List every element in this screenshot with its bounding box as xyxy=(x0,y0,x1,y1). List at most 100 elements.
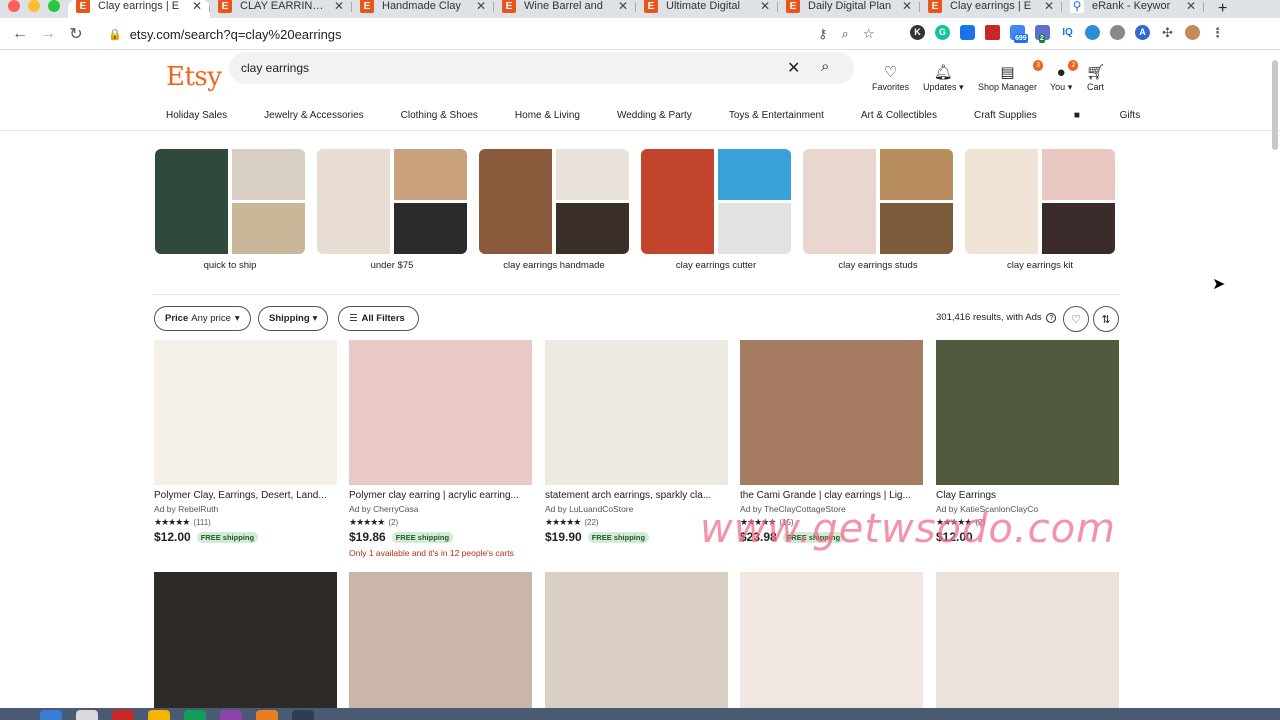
listing-card[interactable] xyxy=(545,572,728,708)
new-tab-button[interactable]: + xyxy=(1204,0,1241,18)
listing-title[interactable]: Clay Earrings xyxy=(936,490,1119,501)
related-search-card[interactable]: quick to ship xyxy=(155,149,305,271)
extension-k-icon[interactable]: K xyxy=(910,25,925,40)
price-filter-button[interactable]: Price Any price ▾ xyxy=(154,306,251,331)
profile-avatar-icon[interactable] xyxy=(1185,25,1200,40)
shipping-filter-button[interactable]: Shipping ▾ xyxy=(258,306,329,331)
dock-app-icon[interactable] xyxy=(184,710,206,720)
category-link[interactable]: Art & Collectibles xyxy=(861,110,937,121)
listing-image[interactable] xyxy=(349,340,532,485)
extension-badge-icon[interactable]: 699 xyxy=(1010,25,1028,43)
browser-tab[interactable]: E CLAY EARRINGS ✕ xyxy=(210,0,352,18)
minimize-window-button[interactable] xyxy=(28,0,40,12)
listing-title[interactable]: Polymer Clay, Earrings, Desert, Land... xyxy=(154,490,337,501)
listing-card[interactable]: Clay Earrings Ad by KatieScanlonClayCo ★★★… xyxy=(936,340,1119,544)
extension-blue-icon[interactable] xyxy=(960,25,975,40)
listing-image[interactable] xyxy=(545,572,728,708)
updates-button[interactable]: 🔔︎ Updates ▾ xyxy=(923,64,964,93)
browser-tab[interactable]: E Clay earrings | E ✕ xyxy=(920,0,1062,18)
listing-card[interactable]: statement arch earrings, sparkly cla... A… xyxy=(545,340,728,544)
close-tab-icon[interactable]: ✕ xyxy=(476,0,486,13)
browser-tab[interactable]: E Handmade Clay ✕ xyxy=(352,0,494,18)
shop-manager-button[interactable]: ▤ 3 Shop Manager xyxy=(978,60,1044,92)
search-input[interactable] xyxy=(229,52,749,84)
search-icon[interactable]: ⌕ xyxy=(821,58,829,75)
extension-red-icon[interactable] xyxy=(985,25,1000,40)
key-icon[interactable]: ⚷ xyxy=(818,26,828,42)
close-tab-icon[interactable]: ✕ xyxy=(760,0,770,13)
related-search-card[interactable]: clay earrings kit xyxy=(965,149,1115,271)
zoom-icon[interactable]: ⌕ xyxy=(842,26,849,42)
related-search-card[interactable]: clay earrings studs xyxy=(803,149,953,271)
listing-title[interactable]: statement arch earrings, sparkly cla... xyxy=(545,490,728,501)
puzzle-icon[interactable]: ✣ xyxy=(1160,25,1175,40)
listing-card[interactable] xyxy=(740,572,923,708)
all-filters-button[interactable]: ☰ All Filters xyxy=(338,306,419,331)
save-search-button[interactable]: ♡ xyxy=(1063,306,1089,332)
related-search-card[interactable]: under $75 xyxy=(317,149,467,271)
category-link[interactable]: Toys & Entertainment xyxy=(729,110,824,121)
extension-iq-icon[interactable]: IQ xyxy=(1060,25,1075,40)
browser-tab[interactable]: E Wine Barrel and ✕ xyxy=(494,0,636,18)
listing-card[interactable] xyxy=(936,572,1119,708)
back-icon[interactable]: ← xyxy=(6,25,34,43)
close-tab-icon[interactable]: ✕ xyxy=(192,0,202,13)
listing-image[interactable] xyxy=(936,572,1119,708)
dock-app-icon[interactable] xyxy=(112,710,134,720)
forward-icon[interactable]: → xyxy=(34,25,62,43)
page-scrollbar[interactable] xyxy=(1272,60,1278,150)
bookmark-star-icon[interactable]: ☆ xyxy=(863,26,875,42)
listing-image[interactable] xyxy=(740,572,923,708)
menu-kebab-icon[interactable]: ⋮ xyxy=(1210,25,1225,40)
dock-app-icon[interactable] xyxy=(40,710,62,720)
close-tab-icon[interactable]: ✕ xyxy=(618,0,628,13)
listing-image[interactable] xyxy=(349,572,532,708)
category-link[interactable]: Home & Living xyxy=(515,110,580,121)
maximize-window-button[interactable] xyxy=(48,0,60,12)
listing-image[interactable] xyxy=(740,340,923,485)
category-link[interactable]: Craft Supplies xyxy=(974,110,1037,121)
dock-app-icon[interactable] xyxy=(256,710,278,720)
listing-card[interactable]: Polymer Clay, Earrings, Desert, Land... A… xyxy=(154,340,337,544)
extension-a-icon[interactable]: A xyxy=(1135,25,1150,40)
listing-image[interactable] xyxy=(545,340,728,485)
listing-card[interactable]: the Cami Grande | clay earrings | Lig...… xyxy=(740,340,923,544)
favorites-button[interactable]: ♡ Favorites xyxy=(872,64,909,92)
reload-icon[interactable]: ↻ xyxy=(62,24,90,44)
listing-title[interactable]: the Cami Grande | clay earrings | Lig... xyxy=(740,490,923,501)
close-tab-icon[interactable]: ✕ xyxy=(1186,0,1196,13)
dock-app-icon[interactable] xyxy=(220,710,242,720)
close-window-button[interactable] xyxy=(8,0,20,12)
related-search-card[interactable]: clay earrings handmade xyxy=(479,149,629,271)
browser-tab[interactable]: E Clay earrings | E ✕ xyxy=(68,0,210,18)
listing-image[interactable] xyxy=(154,572,337,708)
listing-card[interactable]: Polymer clay earring | acrylic earring..… xyxy=(349,340,532,558)
clear-search-icon[interactable]: ✕ xyxy=(787,58,800,78)
extension-code-icon[interactable]: 2 xyxy=(1035,25,1050,43)
grammarly-icon[interactable]: G xyxy=(935,25,950,40)
listing-image[interactable] xyxy=(936,340,1119,485)
sort-button[interactable]: ⇅ xyxy=(1093,306,1119,332)
related-search-card[interactable]: clay earrings cutter xyxy=(641,149,791,271)
browser-tab[interactable]: E Daily Digital Plan ✕ xyxy=(778,0,920,18)
dock-app-icon[interactable] xyxy=(292,710,314,720)
close-tab-icon[interactable]: ✕ xyxy=(334,0,344,13)
listing-image[interactable] xyxy=(154,340,337,485)
dock-app-icon[interactable] xyxy=(148,710,170,720)
category-link[interactable]: Jewelry & Accessories xyxy=(264,110,363,121)
category-link[interactable]: Clothing & Shoes xyxy=(401,110,478,121)
category-link[interactable]: ■ Gifts xyxy=(1074,110,1177,121)
address-bar[interactable]: 🔒 etsy.com/search?q=clay%20earrings xyxy=(100,21,905,47)
browser-tab[interactable]: E Ultimate Digital ✕ xyxy=(636,0,778,18)
dock-app-icon[interactable] xyxy=(76,710,98,720)
category-link[interactable]: Holiday Sales xyxy=(166,110,227,121)
category-link[interactable]: Wedding & Party xyxy=(617,110,692,121)
listing-card[interactable] xyxy=(349,572,532,708)
close-tab-icon[interactable]: ✕ xyxy=(1044,0,1054,13)
browser-tab[interactable]: ⚲ eRank - Keywor ✕ xyxy=(1062,0,1204,18)
extension-gray-icon[interactable] xyxy=(1110,25,1125,40)
help-icon[interactable]: ? xyxy=(1046,313,1057,323)
etsy-logo[interactable]: Etsy xyxy=(166,62,222,92)
extension-wave-icon[interactable] xyxy=(1085,25,1100,40)
close-tab-icon[interactable]: ✕ xyxy=(902,0,912,13)
